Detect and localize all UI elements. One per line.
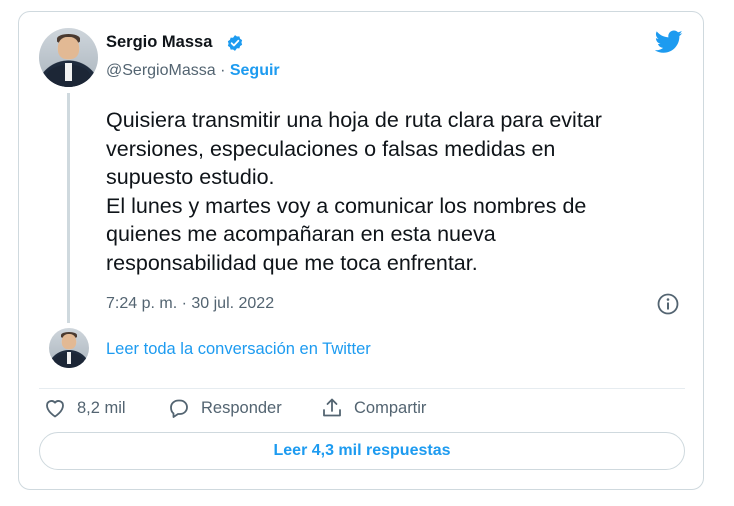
like-count: 8,2 mil	[77, 398, 126, 417]
reply-bubble-icon	[170, 399, 188, 418]
info-icon[interactable]	[656, 292, 680, 316]
like-button[interactable]: 8,2 mil	[43, 396, 126, 420]
reply-label: Responder	[201, 398, 282, 417]
heart-icon	[46, 400, 64, 418]
read-replies-button[interactable]: Leer 4,3 mil respuestas	[39, 432, 685, 470]
follow-link[interactable]: Seguir	[230, 62, 280, 79]
share-label: Compartir	[354, 398, 427, 417]
author-handle[interactable]: @SergioMassa	[106, 62, 216, 79]
twitter-bird-icon[interactable]	[655, 30, 683, 54]
share-button[interactable]: Compartir	[320, 396, 426, 420]
thread-line	[67, 93, 70, 323]
tweet-text: Quisiera transmitir una hoja de ruta cla…	[106, 108, 602, 275]
handle-separator: ·	[215, 62, 230, 79]
tweet-card: Sergio Massa @SergioMassa · Seguir Quisi…	[18, 11, 704, 490]
reply-button[interactable]: Responder	[167, 396, 282, 420]
read-conversation-link[interactable]: Leer toda la conversación en Twitter	[106, 340, 371, 359]
handle-row: @SergioMassa · Seguir	[106, 62, 280, 80]
divider	[39, 388, 685, 389]
author-name[interactable]: Sergio Massa	[106, 33, 212, 52]
tweet-timestamp[interactable]: 7:24 p. m. · 30 jul. 2022	[106, 295, 274, 313]
author-avatar[interactable]	[39, 28, 98, 87]
conversation-avatar[interactable]	[49, 328, 89, 368]
verified-badge-icon	[227, 35, 243, 51]
share-icon	[323, 398, 341, 417]
